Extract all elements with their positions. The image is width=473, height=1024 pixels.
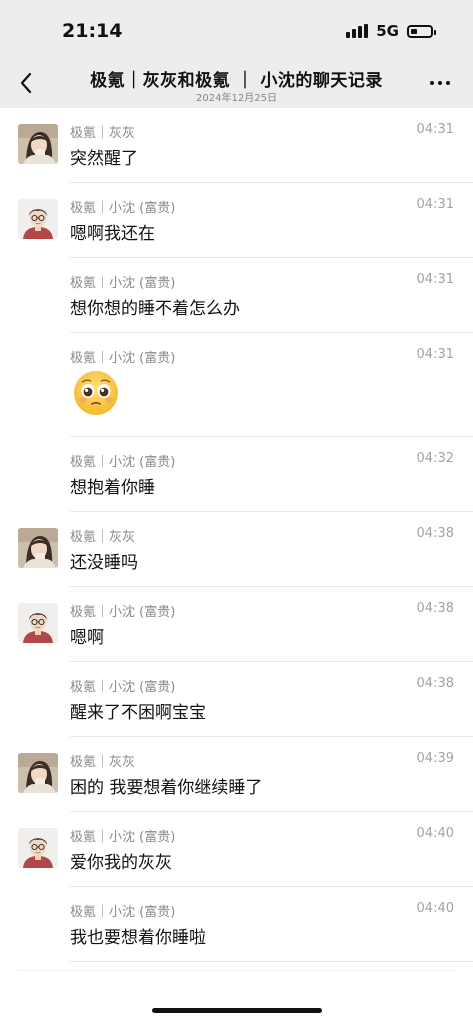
avatar-huihui[interactable]	[18, 124, 58, 164]
message-body: 极氪｜灰灰 04:39 困的 我要想着你继续睡了	[70, 737, 473, 812]
sender-name: 极氪｜小沈 (富贵)	[70, 680, 176, 695]
battery-icon	[407, 24, 436, 38]
message-time: 04:38	[416, 601, 454, 616]
sender-name: 极氪｜灰灰	[70, 126, 136, 141]
status-time: 21:14	[62, 20, 123, 42]
divider	[18, 970, 455, 971]
message-row[interactable]: 极氪｜小沈 (富贵) 04:38 醒来了不困啊宝宝	[0, 662, 473, 737]
message-time: 04:38	[416, 526, 454, 541]
message-text: 我也要想着你睡啦	[70, 928, 206, 948]
status-indicators: 5G	[346, 22, 436, 40]
avatar-huihui[interactable]	[18, 753, 58, 793]
message-body: 极氪｜小沈 (富贵) 04:31 想你想的睡不着怎么办	[70, 258, 473, 333]
message-text: 嗯啊	[70, 628, 104, 648]
home-indicator[interactable]	[152, 1008, 322, 1013]
message-row[interactable]: 极氪｜小沈 (富贵) 04:32 想抱着你睡	[0, 437, 473, 512]
page-title: 极氪｜灰灰和极氪 ｜ 小沈的聊天记录	[90, 71, 383, 91]
battery-level	[411, 28, 417, 34]
message-time: 04:32	[416, 451, 454, 466]
avatar-xiaoshen[interactable]	[18, 828, 58, 868]
signal-icon	[346, 24, 369, 38]
status-bar: 21:14 5G	[0, 0, 473, 62]
sender-name: 极氪｜小沈 (富贵)	[70, 605, 176, 620]
message-row[interactable]: 极氪｜灰灰 04:39 困的 我要想着你继续睡了	[0, 737, 473, 812]
message-body: 极氪｜小沈 (富贵) 04:40 爱你我的灰灰	[70, 812, 473, 887]
message-text: 突然醒了	[70, 149, 138, 169]
message-row[interactable]: 极氪｜小沈 (富贵) 04:31	[0, 333, 473, 437]
more-button[interactable]	[425, 68, 455, 98]
chat-date: 2024年12月25日	[196, 93, 277, 104]
sender-name: 极氪｜小沈 (富贵)	[70, 455, 176, 470]
message-row[interactable]: 极氪｜灰灰 04:38 还没睡吗	[0, 512, 473, 587]
message-time: 04:39	[416, 751, 454, 766]
sender-name: 极氪｜小沈 (富贵)	[70, 351, 176, 366]
sender-name: 极氪｜小沈 (富贵)	[70, 201, 176, 216]
message-row[interactable]: 极氪｜灰灰 04:31 突然醒了	[0, 108, 473, 183]
message-body: 极氪｜灰灰 04:31 突然醒了	[70, 108, 473, 183]
message-body: 极氪｜小沈 (富贵) 04:31 嗯啊我还在	[70, 183, 473, 258]
message-body: 极氪｜小沈 (富贵) 04:38 嗯啊	[70, 587, 473, 662]
message-row[interactable]: 极氪｜小沈 (富贵) 04:31 嗯啊我还在	[0, 183, 473, 258]
more-dot	[438, 81, 442, 85]
more-dot	[446, 81, 450, 85]
message-time: 04:31	[416, 347, 454, 362]
message-time: 04:38	[416, 676, 454, 691]
sender-name: 极氪｜灰灰	[70, 530, 136, 545]
sender-name: 极氪｜小沈 (富贵)	[70, 830, 176, 845]
avatar-xiaoshen[interactable]	[18, 199, 58, 239]
sender-name: 极氪｜小沈 (富贵)	[70, 905, 176, 920]
message-text: 嗯啊我还在	[70, 224, 155, 244]
avatar-xiaoshen[interactable]	[18, 603, 58, 643]
pleading-face-emoji	[72, 369, 120, 417]
message-text: 想你想的睡不着怎么办	[70, 299, 240, 319]
sender-name: 极氪｜小沈 (富贵)	[70, 276, 176, 291]
message-row[interactable]: 极氪｜小沈 (富贵) 04:40 爱你我的灰灰	[0, 812, 473, 887]
message-row[interactable]: 极氪｜小沈 (富贵) 04:40 我也要想着你睡啦	[0, 887, 473, 962]
message-body: 极氪｜小沈 (富贵) 04:31	[70, 333, 473, 437]
more-dot	[430, 81, 434, 85]
message-row[interactable]: 极氪｜小沈 (富贵) 04:31 想你想的睡不着怎么办	[0, 258, 473, 333]
message-body: 极氪｜小沈 (富贵) 04:38 醒来了不困啊宝宝	[70, 662, 473, 737]
message-time: 04:40	[416, 901, 454, 916]
message-time: 04:31	[416, 272, 454, 287]
message-body: 极氪｜灰灰 04:38 还没睡吗	[70, 512, 473, 587]
nav-bar: 极氪｜灰灰和极氪 ｜ 小沈的聊天记录 2024年12月25日	[0, 62, 473, 108]
message-body: 极氪｜小沈 (富贵) 04:40 我也要想着你睡啦	[70, 887, 473, 962]
message-time: 04:31	[416, 122, 454, 137]
message-body: 极氪｜小沈 (富贵) 04:32 想抱着你睡	[70, 437, 473, 512]
message-time: 04:31	[416, 197, 454, 212]
message-row[interactable]: 极氪｜小沈 (富贵) 04:38 嗯啊	[0, 587, 473, 662]
message-text: 想抱着你睡	[70, 478, 155, 498]
message-text: 还没睡吗	[70, 553, 138, 573]
message-text: 困的 我要想着你继续睡了	[70, 778, 263, 798]
message-time: 04:40	[416, 826, 454, 841]
sender-name: 极氪｜灰灰	[70, 755, 136, 770]
message-text: 爱你我的灰灰	[70, 853, 172, 873]
network-type: 5G	[376, 22, 399, 40]
avatar-huihui[interactable]	[18, 528, 58, 568]
message-text: 醒来了不困啊宝宝	[70, 703, 206, 723]
